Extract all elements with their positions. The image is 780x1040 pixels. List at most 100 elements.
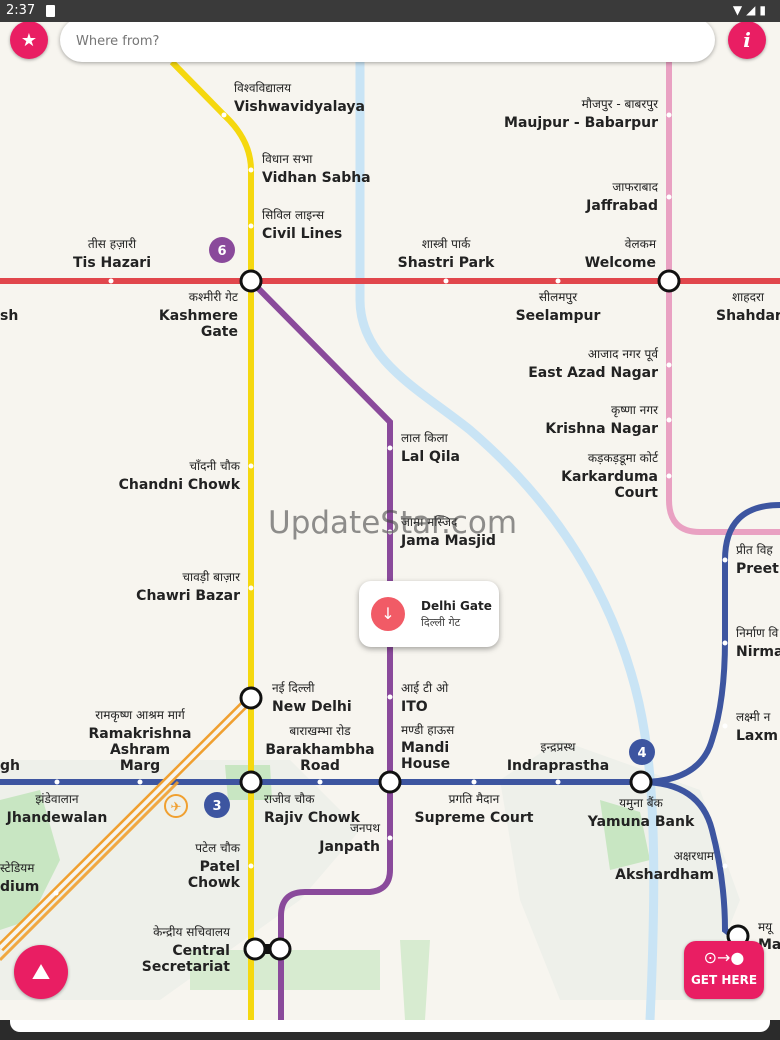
info-button[interactable]: i (728, 21, 766, 59)
station-label[interactable]: Central (172, 943, 230, 959)
station-label[interactable]: शास्त्री पार्क (422, 237, 471, 251)
favorites-button[interactable]: ★ (10, 21, 48, 59)
star-icon: ★ (20, 29, 38, 51)
station-label[interactable]: तीस हज़ारी (88, 237, 137, 251)
station-label[interactable]: चावड़ी बाज़ार (182, 570, 241, 584)
station-label[interactable]: Civil Lines (262, 226, 342, 242)
station-label[interactable]: Chandni Chowk (119, 477, 241, 493)
station-label[interactable]: Indraprastha (507, 758, 609, 774)
arrow-down-icon: ↓ (371, 597, 405, 631)
station-label[interactable]: Vidhan Sabha (262, 170, 371, 186)
station-label[interactable]: Nirma (736, 644, 780, 660)
station-label[interactable]: यमुना बैंक (619, 796, 664, 811)
station-label[interactable]: स्टेडियम (0, 861, 35, 875)
station-label[interactable]: Shastri Park (398, 255, 495, 271)
station-label[interactable]: Ashram (110, 742, 170, 758)
station-label[interactable]: sh (0, 308, 18, 324)
station-label[interactable]: Seelampur (516, 308, 601, 324)
line-badge-3-label: 3 (212, 799, 221, 814)
station-label[interactable]: नई दिल्ली (272, 681, 315, 695)
navigation-bar (0, 1020, 780, 1040)
station-label[interactable]: Ramakrishna (89, 726, 192, 742)
station-label[interactable]: जाफराबाद (612, 180, 658, 194)
station-label[interactable]: सिविल लाइन्स (262, 208, 325, 222)
station-label[interactable]: Mandi (401, 740, 449, 756)
status-icons: ▼◢▮ (733, 3, 770, 17)
station-label[interactable]: निर्माण वि (736, 626, 779, 640)
station-label[interactable]: लक्ष्मी न (736, 710, 771, 724)
station-label[interactable]: Road (300, 758, 340, 774)
station-label[interactable]: Barakhambha (265, 742, 374, 758)
station-label[interactable]: प्रगति मैदान (449, 792, 500, 806)
search-bar[interactable] (60, 18, 715, 64)
station-label[interactable]: आजाद नगर पूर्व (588, 347, 659, 362)
line-badge-4-label: 4 (637, 746, 646, 761)
station-label[interactable]: मौजपुर - बाबरपुर (582, 97, 659, 112)
station-label[interactable]: Lal Qila (401, 449, 460, 465)
station-label[interactable]: कश्मीरी गेट (189, 290, 239, 304)
station-label[interactable]: प्रीत विह (736, 543, 773, 557)
station-label[interactable]: जनपथ (350, 821, 380, 835)
map-view-button[interactable]: ⛰ (14, 945, 68, 999)
get-here-button[interactable]: ⊙→● GET HERE (684, 941, 764, 999)
station-label[interactable]: Rajiv Chowk (264, 810, 361, 826)
station-label[interactable]: Preet (736, 561, 779, 577)
station-label[interactable]: Welcome (585, 255, 656, 271)
station-label[interactable]: Kashmere (159, 308, 238, 324)
station-label[interactable]: मण्डी हाऊस (401, 723, 455, 737)
station-label[interactable]: Vishwavidyalaya (234, 99, 365, 115)
station-label[interactable]: आई टी ओ (401, 681, 449, 695)
station-label[interactable]: Supreme Court (415, 810, 534, 826)
station-label[interactable]: केन्द्रीय सचिवालय (153, 925, 231, 939)
station-label[interactable]: Gate (201, 324, 238, 340)
station-label[interactable]: Jhandewalan (6, 810, 108, 826)
get-here-label: GET HERE (690, 973, 758, 987)
station-label[interactable]: ITO (401, 699, 428, 715)
station-label[interactable]: कृष्णा नगर (611, 403, 659, 418)
station-label[interactable]: Karkarduma (561, 469, 658, 485)
station-label[interactable]: विश्वविद्यालय (234, 81, 292, 95)
station-label[interactable]: Jaffrabad (585, 198, 658, 214)
station-label[interactable]: इन्द्रप्रस्थ (541, 740, 576, 754)
station-label[interactable]: Shahdar (716, 308, 780, 324)
station-label[interactable]: Marg (120, 758, 160, 774)
station-label[interactable]: Akshardham (615, 867, 714, 883)
info-icon: i (743, 28, 751, 52)
station-label[interactable]: Chowk (188, 875, 241, 891)
station-label[interactable]: लाल किला (401, 431, 449, 445)
station-label[interactable]: झंडेवालान (35, 792, 79, 806)
station-label[interactable]: Yamuna Bank (587, 814, 695, 830)
station-label[interactable]: कड़कड़डूमा कोर्ट (588, 451, 659, 466)
station-label[interactable]: Krishna Nagar (545, 421, 658, 437)
station-label[interactable]: वेलकम (625, 237, 657, 251)
station-label[interactable]: Tis Hazari (73, 255, 151, 271)
station-label[interactable]: Laxm (736, 728, 778, 744)
station-label[interactable]: बाराखम्भा रोड (289, 724, 351, 738)
station-label[interactable]: New Delhi (272, 699, 352, 715)
station-label[interactable]: House (401, 756, 450, 772)
nav-handle[interactable] (10, 1020, 770, 1032)
station-label[interactable]: dium (0, 879, 39, 895)
status-time: 2:37 (6, 3, 36, 18)
station-label[interactable]: Janpath (318, 839, 380, 855)
station-label[interactable]: पटेल चौक (195, 841, 241, 855)
station-label[interactable]: Court (615, 485, 659, 501)
station-label[interactable]: Secretariat (142, 959, 231, 975)
station-label[interactable]: अक्षरधाम (674, 849, 715, 863)
station-popup[interactable]: ↓ Delhi Gate दिल्ली गेट (359, 581, 499, 647)
signal-icon: ◢ (746, 3, 760, 17)
station-label[interactable]: East Azad Nagar (528, 365, 658, 381)
station-label[interactable]: मयू (758, 920, 774, 935)
station-label[interactable]: राजीव चौक (264, 792, 315, 806)
station-label[interactable]: विधान सभा (262, 152, 313, 166)
search-input[interactable] (60, 18, 678, 64)
station-label[interactable]: Chawri Bazar (136, 588, 240, 604)
station-label[interactable]: Maujpur - Babarpur (504, 115, 658, 131)
station-label[interactable]: gh (0, 758, 20, 774)
battery-icon: ▮ (759, 3, 770, 17)
station-label[interactable]: चाँदनी चौक (189, 459, 240, 473)
station-label[interactable]: रामकृष्ण आश्रम मार्ग (95, 708, 186, 723)
station-label[interactable]: सीलमपुर (539, 290, 578, 305)
station-label[interactable]: Patel (200, 859, 240, 875)
station-label[interactable]: शाहदरा (732, 290, 765, 304)
